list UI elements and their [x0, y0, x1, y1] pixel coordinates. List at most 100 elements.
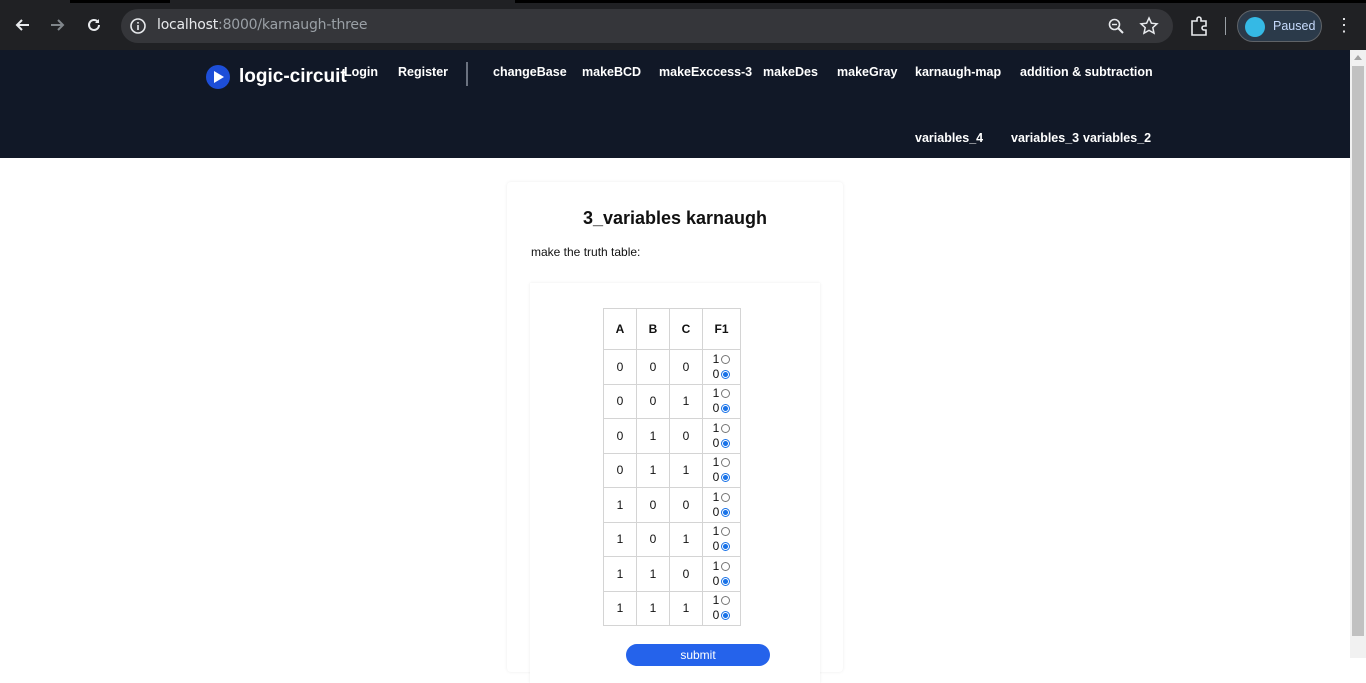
register-link[interactable]: Register	[398, 65, 448, 79]
address-bar[interactable]: localhost:8000/karnaugh-three	[121, 9, 1173, 43]
f1-option-label: 1	[712, 420, 720, 435]
f1-radio[interactable]	[721, 404, 731, 414]
cell-b: 1	[636, 418, 670, 454]
f1-option[interactable]: 0	[713, 401, 731, 416]
f1-option[interactable]: 0	[713, 505, 731, 520]
f1-radio[interactable]	[721, 389, 731, 399]
url-text[interactable]: localhost:8000/karnaugh-three	[157, 17, 367, 33]
f1-radio[interactable]	[721, 527, 731, 537]
cell-c: 1	[669, 521, 703, 557]
f1-radio[interactable]	[721, 438, 731, 448]
nav-makebcd[interactable]: makeBCD	[582, 65, 641, 79]
nav-makegray[interactable]: makeGray	[837, 65, 897, 79]
f1-option[interactable]: 0	[713, 574, 731, 589]
cell-a: 1	[603, 556, 637, 592]
f1-option[interactable]: 0	[713, 608, 731, 623]
column-header-f1: F1	[702, 308, 741, 350]
subnav-variables-4[interactable]: variables_4	[915, 131, 983, 145]
menu-kebab-icon[interactable]: ⋮	[1335, 15, 1353, 37]
f1-option[interactable]: 1	[713, 524, 731, 539]
f1-option-label: 1	[712, 455, 720, 470]
forward-icon[interactable]	[46, 13, 70, 37]
f1-option-label: 0	[712, 504, 720, 519]
back-icon[interactable]	[10, 13, 34, 37]
site-info-icon[interactable]	[129, 17, 147, 35]
cell-f1: 10	[702, 452, 741, 488]
f1-radio[interactable]	[721, 507, 731, 517]
scroll-up-arrow-icon[interactable]	[1354, 55, 1362, 60]
f1-radio[interactable]	[721, 576, 731, 586]
f1-option[interactable]: 1	[713, 455, 731, 470]
cell-f1: 10	[702, 590, 741, 626]
nav-makedes[interactable]: makeDes	[763, 65, 818, 79]
cell-c: 1	[669, 383, 703, 419]
f1-option[interactable]: 0	[713, 436, 731, 451]
f1-option[interactable]: 0	[713, 539, 731, 554]
f1-option-label: 0	[712, 539, 720, 554]
table-row: 10010	[603, 487, 741, 523]
subnav-variables-3[interactable]: variables_3	[1011, 131, 1079, 145]
scrollbar-thumb[interactable]	[1352, 66, 1364, 636]
f1-radio[interactable]	[721, 458, 731, 468]
f1-option-label: 0	[712, 608, 720, 623]
zoom-icon[interactable]	[1107, 17, 1125, 35]
cell-c: 0	[669, 418, 703, 454]
nav-addition-subtraction[interactable]: addition & subtraction	[1020, 65, 1153, 79]
bookmark-star-icon[interactable]	[1139, 16, 1159, 36]
column-header-a: A	[603, 308, 637, 350]
f1-option[interactable]: 1	[713, 490, 731, 505]
cell-c: 0	[669, 487, 703, 523]
cell-b: 1	[636, 556, 670, 592]
site-header: logic-circuit Login Register changeBase …	[0, 50, 1350, 158]
f1-option[interactable]: 0	[713, 470, 731, 485]
f1-option[interactable]: 1	[713, 593, 731, 608]
column-header-b: B	[636, 308, 670, 350]
f1-radio[interactable]	[721, 611, 731, 621]
tab-strip	[0, 0, 1366, 3]
cell-a: 1	[603, 487, 637, 523]
nav-karnaugh-map[interactable]: karnaugh-map	[915, 65, 1001, 79]
page-title: 3_variables karnaugh	[582, 208, 768, 228]
nav-makeexcess3[interactable]: makeExccess-3	[659, 65, 752, 79]
f1-radio[interactable]	[721, 354, 731, 364]
table-row: 01010	[603, 418, 741, 454]
cell-b: 1	[636, 452, 670, 488]
f1-option[interactable]: 1	[713, 421, 731, 436]
f1-radio[interactable]	[721, 561, 731, 571]
reload-icon[interactable]	[82, 13, 106, 37]
table-row: 11110	[603, 590, 741, 626]
f1-option-label: 1	[712, 524, 720, 539]
subnav-variables-2[interactable]: variables_2	[1083, 131, 1151, 145]
column-header-c: C	[669, 308, 703, 350]
cell-f1: 10	[702, 418, 741, 454]
cell-b: 0	[636, 521, 670, 557]
f1-radio[interactable]	[721, 423, 731, 433]
f1-radio[interactable]	[721, 542, 731, 552]
cell-a: 0	[603, 383, 637, 419]
f1-option[interactable]: 1	[713, 386, 731, 401]
nav-changebase[interactable]: changeBase	[493, 65, 567, 79]
f1-radio[interactable]	[721, 492, 731, 502]
f1-radio[interactable]	[721, 369, 731, 379]
f1-option-label: 0	[712, 573, 720, 588]
f1-option-label: 1	[712, 386, 720, 401]
submit-button[interactable]: submit	[626, 644, 770, 666]
f1-option[interactable]: 1	[713, 352, 731, 367]
f1-option-label: 1	[712, 489, 720, 504]
f1-option[interactable]: 0	[713, 367, 731, 382]
avatar	[1245, 17, 1265, 37]
f1-option-label: 0	[712, 401, 720, 416]
brand[interactable]: logic-circuit	[206, 65, 347, 89]
f1-option[interactable]: 1	[713, 559, 731, 574]
cell-c: 1	[669, 452, 703, 488]
extensions-puzzle-icon[interactable]	[1188, 15, 1210, 37]
login-link[interactable]: Login	[344, 65, 378, 79]
cell-a: 0	[603, 452, 637, 488]
f1-option-label: 1	[712, 351, 720, 366]
truth-table: A B C F1 0001000110010100111010010101101…	[603, 308, 741, 626]
cell-b: 0	[636, 383, 670, 419]
cell-b: 0	[636, 487, 670, 523]
profile-button[interactable]: Paused	[1237, 10, 1322, 42]
f1-radio[interactable]	[721, 473, 731, 483]
f1-radio[interactable]	[721, 596, 731, 606]
